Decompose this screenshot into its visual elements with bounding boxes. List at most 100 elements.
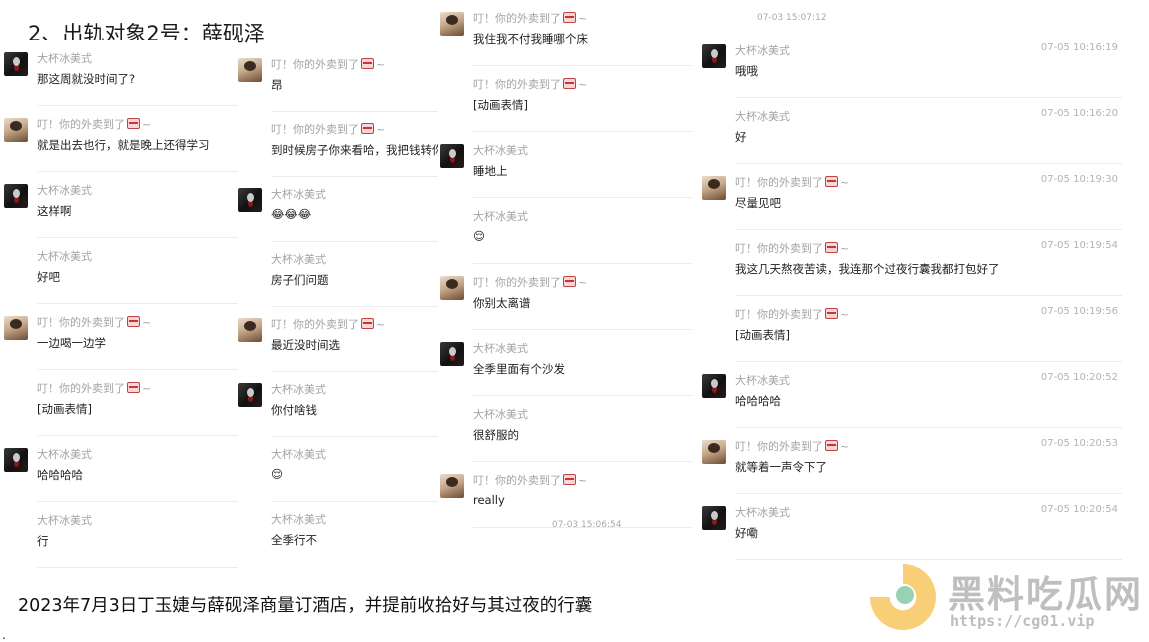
sender-name: 大杯冰美式	[735, 110, 790, 123]
sender-name-text: 叮！你的外卖到了	[37, 382, 125, 395]
sender-name-suffix: ~	[840, 176, 850, 189]
message-text: 好嘞	[735, 526, 758, 540]
sender-name: 大杯冰美式	[271, 448, 326, 461]
takeout-box-icon	[563, 78, 576, 89]
sender-name-text: 叮！你的外卖到了	[473, 12, 561, 25]
avatar[interactable]	[440, 12, 464, 36]
message-time: 07-05 10:20:52	[1040, 372, 1118, 383]
message-text: 全季行不	[271, 533, 317, 547]
message-text: 尽量见吧	[735, 196, 781, 210]
sender-name-suffix: ~	[142, 118, 152, 131]
message-text: 我这几天熬夜苦读，我连那个过夜行囊我都打包好了	[735, 262, 1000, 276]
avatar[interactable]	[238, 383, 262, 407]
sender-name: 叮！你的外卖到了 ~	[37, 314, 151, 330]
avatar[interactable]	[238, 188, 262, 212]
avatar[interactable]	[440, 342, 464, 366]
avatar[interactable]	[702, 176, 726, 200]
chat-message: 叮！你的外卖到了 ~ really	[440, 462, 692, 528]
message-text: 就等着一声令下了	[735, 460, 827, 474]
takeout-box-icon	[563, 12, 576, 23]
avatar[interactable]	[440, 474, 464, 498]
message-time: 07-05 10:16:20	[1040, 108, 1118, 119]
chat-message: 大杯冰美式 好吧	[4, 238, 238, 304]
avatar[interactable]	[4, 118, 28, 142]
sender-name-suffix: ~	[578, 474, 588, 487]
avatar[interactable]	[238, 58, 262, 82]
chat-column-4: 大杯冰美式 07-05 10:16:19 哦哦大杯冰美式 07-05 10:16:20…	[702, 32, 1122, 582]
chat-message: 叮！你的外卖到了 ~ 最近没时间选	[238, 306, 438, 372]
takeout-box-icon	[127, 316, 140, 327]
chat-message: 叮！你的外卖到了 ~ [动画表情]	[4, 370, 238, 436]
sender-name: 大杯冰美式	[473, 210, 528, 223]
avatar[interactable]	[4, 448, 28, 472]
takeout-box-icon	[563, 276, 576, 287]
message-text: 一边喝一边学	[37, 336, 106, 350]
chat-message: 叮！你的外卖到了 ~ [动画表情]	[440, 66, 692, 132]
sender-name: 叮！你的外卖到了 ~	[735, 240, 849, 256]
sender-name-suffix: ~	[376, 58, 386, 71]
sender-name-text: 叮！你的外卖到了	[473, 276, 561, 289]
chat-column-2: 叮！你的外卖到了 ~ 昂叮！你的外卖到了 ~ 到时候房子你来看哈，我把钱转你 大杯冰美式 😂…	[238, 46, 438, 566]
chat-message: 叮！你的外卖到了 ~ 一边喝一边学	[4, 304, 238, 370]
takeout-box-icon	[127, 382, 140, 393]
message-text: 你别太离谱	[473, 296, 531, 310]
sender-name-text: 叮！你的外卖到了	[735, 176, 823, 189]
message-text: [动画表情]	[473, 98, 528, 112]
avatar[interactable]	[440, 144, 464, 168]
message-text: [动画表情]	[735, 328, 790, 342]
sender-name: 叮！你的外卖到了 ~	[37, 116, 151, 132]
sender-name-suffix: ~	[376, 318, 386, 331]
avatar[interactable]	[238, 318, 262, 342]
takeout-box-icon	[825, 242, 838, 253]
chat-message: 大杯冰美式 07-05 10:20:54 好嘞	[702, 494, 1122, 560]
chat-message: 大杯冰美式 很舒服的	[440, 396, 692, 462]
message-text: 最近没时间选	[271, 338, 340, 352]
sender-name: 大杯冰美式	[473, 342, 528, 355]
sender-name: 叮！你的外卖到了 ~	[735, 174, 849, 190]
avatar[interactable]	[440, 276, 464, 300]
avatar[interactable]	[702, 44, 726, 68]
sender-name: 大杯冰美式	[37, 52, 92, 65]
sender-name: 大杯冰美式	[271, 513, 326, 526]
chat-message: 大杯冰美式全季里面有个沙发	[440, 330, 692, 396]
chat-message: 大杯冰美式 07-05 10:20:52 哈哈哈哈	[702, 362, 1122, 428]
chat-message: 叮！你的外卖到了 ~07-05 10:19:56 [动画表情]	[702, 296, 1122, 362]
chat-message: 大杯冰美式 😌	[238, 436, 438, 502]
message-text: 房子们问题	[271, 273, 329, 287]
message-text: 哈哈哈哈	[37, 468, 83, 482]
sender-name-suffix: ~	[142, 316, 152, 329]
sender-name: 叮！你的外卖到了 ~	[271, 316, 385, 332]
message-time: 07-05 10:19:54	[1040, 240, 1118, 251]
sender-name-text: 叮！你的外卖到了	[37, 118, 125, 131]
message-text: 好吧	[37, 270, 60, 284]
sender-name-suffix: ~	[578, 276, 588, 289]
sender-name-text: 叮！你的外卖到了	[735, 308, 823, 321]
sender-name: 大杯冰美式	[37, 514, 92, 527]
sender-name: 大杯冰美式	[473, 144, 528, 157]
message-text: 全季里面有个沙发	[473, 362, 565, 376]
chat-message: 叮！你的外卖到了 ~ 昂	[238, 46, 438, 112]
chat-message: 大杯冰美式 07-05 10:16:19 哦哦	[702, 32, 1122, 98]
avatar[interactable]	[702, 506, 726, 530]
message-time: 07-05 10:20:54	[1040, 504, 1118, 515]
sender-name: 叮！你的外卖到了 ~	[735, 438, 849, 454]
timestamp-top: 07-03 15:07:12	[757, 13, 827, 23]
chat-message: 叮！你的外卖到了 ~ 到时候房子你来看哈，我把钱转你	[238, 111, 438, 177]
chat-column-3: 叮！你的外卖到了 ~ 我住我不付我睡哪个床 叮！你的外卖到了 ~ [动画表情] 大杯冰美式睡…	[440, 0, 692, 540]
chat-message: 大杯冰美式 你付啥钱	[238, 371, 438, 437]
avatar[interactable]	[4, 52, 28, 76]
divider	[735, 559, 1122, 560]
sender-name-suffix: ~	[578, 12, 588, 25]
avatar[interactable]	[702, 374, 726, 398]
chat-message: 大杯冰美式 房子们问题	[238, 241, 438, 307]
sender-name: 叮！你的外卖到了 ~	[473, 274, 587, 290]
avatar[interactable]	[4, 184, 28, 208]
chat-message: 大杯冰美式 哈哈哈哈	[4, 436, 238, 502]
sender-name-suffix: ~	[840, 440, 850, 453]
divider	[37, 567, 238, 568]
takeout-box-icon	[563, 474, 576, 485]
message-text: 到时候房子你来看哈，我把钱转你	[271, 143, 438, 157]
avatar[interactable]	[4, 316, 28, 340]
message-text: 哦哦	[735, 64, 758, 78]
avatar[interactable]	[702, 440, 726, 464]
